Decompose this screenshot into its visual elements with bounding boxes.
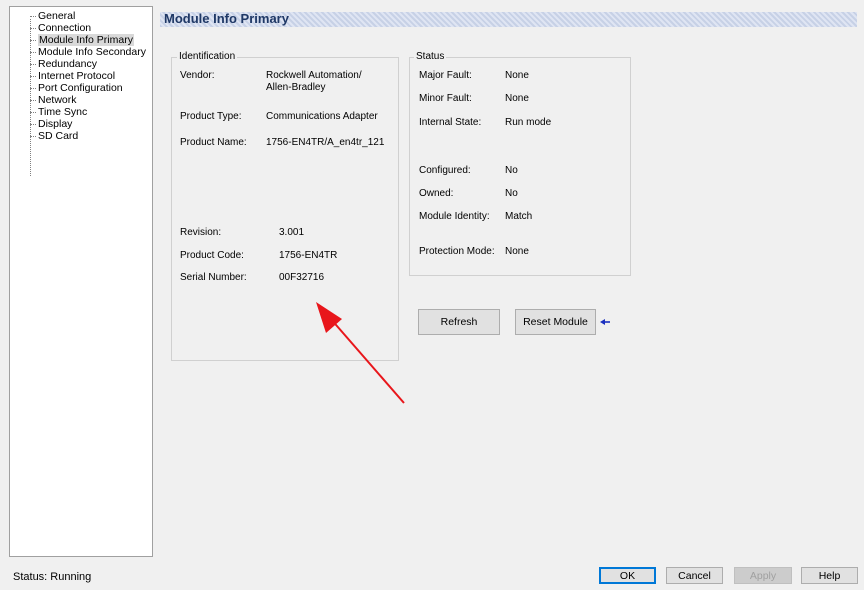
cancel-button[interactable]: Cancel [666, 567, 723, 584]
internal-state-label: Internal State: [419, 117, 482, 128]
tree-item-general[interactable]: General [10, 10, 75, 22]
revision-value: 3.001 [279, 227, 305, 238]
ok-button[interactable]: OK [599, 567, 656, 584]
tree-item-redundancy[interactable]: Redundancy [10, 58, 97, 70]
tree-item-module-info-secondary[interactable]: Module Info Secondary [10, 46, 146, 58]
product-name-value: 1756-EN4TR/A_en4tr_121 [266, 137, 385, 148]
module-identity-label: Module Identity: [419, 211, 490, 222]
tree-item-label: Display [38, 118, 73, 130]
serial-number-label: Serial Number: [180, 272, 247, 283]
tree-item-sd-card[interactable]: SD Card [10, 130, 78, 142]
reset-module-button[interactable]: Reset Module [515, 309, 596, 335]
apply-button[interactable]: Apply [734, 567, 792, 584]
pointer-arrow-icon [600, 319, 610, 325]
tree-item-label: Connection [38, 22, 92, 34]
major-fault-label: Major Fault: [419, 70, 472, 81]
tree-item-label: General [38, 10, 76, 22]
configured-label: Configured: [419, 165, 471, 176]
tree-item-label: Module Info Secondary [38, 46, 146, 58]
vendor-value: Rockwell Automation/ [266, 70, 362, 81]
tree-item-port-configuration[interactable]: Port Configuration [10, 82, 123, 94]
module-identity-value: Match [505, 211, 533, 222]
internal-state-value: Run mode [505, 117, 552, 128]
tree-item-internet-protocol[interactable]: Internet Protocol [10, 70, 115, 82]
product-type-label: Product Type: [180, 111, 242, 122]
vendor-label: Vendor: [180, 70, 215, 81]
owned-value: No [505, 188, 518, 199]
tree-item-label: Module Info Primary [38, 34, 134, 46]
tree-item-connection[interactable]: Connection [10, 22, 91, 34]
tree-item-network[interactable]: Network [10, 94, 77, 106]
configured-value: No [505, 165, 518, 176]
revision-label: Revision: [180, 227, 222, 238]
identification-group [171, 57, 399, 361]
identification-title: Identification [177, 51, 238, 63]
protection-mode-label: Protection Mode: [419, 246, 495, 257]
tree-item-label: SD Card [38, 130, 79, 142]
owned-label: Owned: [419, 188, 454, 199]
tree-item-label: Redundancy [38, 58, 97, 70]
tree-item-label: Network [38, 94, 77, 106]
refresh-button[interactable]: Refresh [418, 309, 500, 335]
product-type-value: Communications Adapter [266, 111, 378, 122]
navigation-tree: General Connection Module Info Primary M… [9, 6, 153, 557]
product-code-value: 1756-EN4TR [279, 250, 338, 261]
protection-mode-value: None [505, 246, 529, 257]
tree-item-module-info-primary[interactable]: Module Info Primary [10, 34, 134, 46]
tree-item-label: Time Sync [38, 106, 88, 118]
status-text: Status: Running [13, 571, 92, 583]
major-fault-value: None [505, 70, 529, 81]
minor-fault-value: None [505, 93, 529, 104]
tree-item-time-sync[interactable]: Time Sync [10, 106, 87, 118]
product-code-label: Product Code: [180, 250, 244, 261]
vendor-value-line2: Allen-Bradley [266, 82, 326, 93]
product-name-label: Product Name: [180, 137, 247, 148]
serial-number-value: 00F32716 [279, 272, 325, 283]
tree-item-display[interactable]: Display [10, 118, 72, 130]
page-title: Module Info Primary [164, 11, 289, 26]
tree-item-label: Internet Protocol [38, 70, 116, 82]
help-button[interactable]: Help [801, 567, 858, 584]
minor-fault-label: Minor Fault: [419, 93, 472, 104]
tree-item-label: Port Configuration [38, 82, 123, 94]
status-title: Status [414, 51, 447, 63]
